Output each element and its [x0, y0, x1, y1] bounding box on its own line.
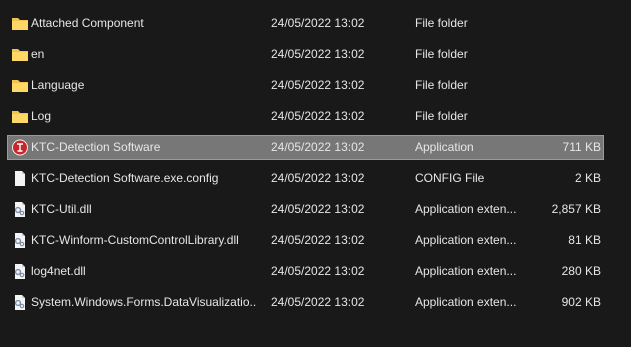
dll-icon: [11, 201, 29, 218]
file-size: 280 KB: [561, 264, 601, 278]
file-date-modified: 24/05/2022 13:02: [271, 202, 365, 216]
file-type: Application exten...: [415, 233, 517, 247]
file-type: Application exten...: [415, 202, 517, 216]
file-name: log4net.dll: [31, 264, 86, 278]
file-type: Application: [415, 140, 474, 154]
file-type: CONFIG File: [415, 171, 485, 185]
file-name: en: [31, 47, 45, 61]
file-name: Log: [31, 109, 52, 123]
file-row-ktc-winform-customcontrollibrary-dll[interactable]: KTC-Winform-CustomControlLibrary.dll 24/…: [7, 228, 604, 253]
file-size: [528, 43, 601, 66]
file-list: Attached Component 24/05/2022 13:02 File…: [0, 0, 631, 347]
file-row-en[interactable]: en 24/05/2022 13:02 File folder: [7, 42, 604, 67]
file-date-modified: 24/05/2022 13:02: [271, 233, 365, 247]
file-size: 2 KB: [574, 171, 601, 185]
app-icon: [11, 139, 29, 156]
file-row-ktc-detection-software-config[interactable]: KTC-Detection Software.exe.config 24/05/…: [7, 166, 604, 191]
file-date-modified: 24/05/2022 13:02: [271, 140, 365, 154]
file-row-log4net-dll[interactable]: log4net.dll 24/05/2022 13:02 Application…: [7, 259, 604, 284]
folder-icon: [11, 77, 29, 94]
file-size: 711 KB: [562, 140, 601, 154]
file-row-ktc-util-dll[interactable]: KTC-Util.dll 24/05/2022 13:02 Applicatio…: [7, 197, 604, 222]
file-size: [528, 12, 601, 35]
file-type: Application exten...: [415, 264, 517, 278]
file-row-language[interactable]: Language 24/05/2022 13:02 File folder: [7, 73, 604, 98]
dll-icon: [11, 294, 29, 311]
file-date-modified: 24/05/2022 13:02: [271, 264, 365, 278]
file-size: [528, 105, 601, 128]
file-date-modified: 24/05/2022 13:02: [271, 295, 365, 309]
file-type: File folder: [415, 109, 468, 123]
file-row-attached-component[interactable]: Attached Component 24/05/2022 13:02 File…: [7, 11, 604, 36]
folder-icon: [11, 15, 29, 32]
file-date-modified: 24/05/2022 13:02: [271, 171, 365, 185]
file-date-modified: 24/05/2022 13:02: [271, 109, 365, 123]
file-type: File folder: [415, 47, 468, 61]
file-date-modified: 24/05/2022 13:02: [271, 16, 365, 30]
file-row-ktc-detection-software[interactable]: KTC-Detection Software 24/05/2022 13:02 …: [7, 135, 604, 160]
file-size: 2,857 KB: [551, 202, 601, 216]
file-date-modified: 24/05/2022 13:02: [271, 47, 365, 61]
file-date-modified: 24/05/2022 13:02: [271, 78, 365, 92]
file-size: [528, 74, 601, 97]
file-type: File folder: [415, 78, 468, 92]
file-name: Language: [31, 78, 85, 92]
folder-icon: [11, 46, 29, 63]
file-name: KTC-Winform-CustomControlLibrary.dll: [31, 233, 239, 247]
dll-icon: [11, 263, 29, 280]
file-row-system-windows-forms-datavisualization[interactable]: System.Windows.Forms.DataVisualizatio...…: [7, 290, 604, 315]
file-type: Application exten...: [415, 295, 517, 309]
file-row-log[interactable]: Log 24/05/2022 13:02 File folder: [7, 104, 604, 129]
file-name: KTC-Util.dll: [31, 202, 92, 216]
dll-icon: [11, 232, 29, 249]
file-name: KTC-Detection Software.exe.config: [31, 171, 219, 185]
file-icon: [11, 170, 29, 187]
file-name: KTC-Detection Software: [31, 140, 161, 154]
file-size: 902 KB: [561, 295, 601, 309]
file-type: File folder: [415, 16, 468, 30]
folder-icon: [11, 108, 29, 125]
file-name: Attached Component: [31, 16, 144, 30]
file-size: 81 KB: [568, 233, 601, 247]
file-name: System.Windows.Forms.DataVisualizatio...: [31, 295, 257, 309]
